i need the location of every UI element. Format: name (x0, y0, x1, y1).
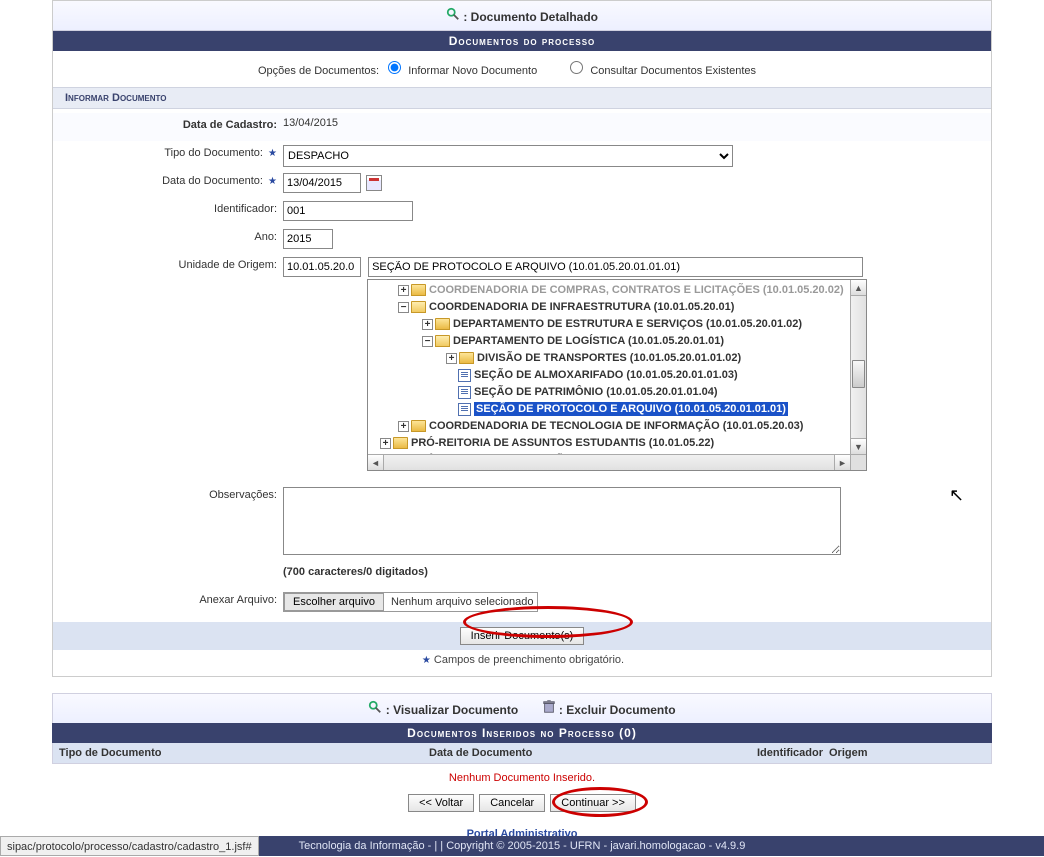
legend-visualizar: : Visualizar Documento (386, 703, 518, 717)
document-icon (458, 369, 471, 382)
submit-row: Inserir Documento(s) (53, 622, 991, 650)
input-ano[interactable] (283, 229, 333, 249)
tree-node: +DEPARTAMENTO DE ESTRUTURA E SERVIÇOS (1… (368, 316, 850, 333)
input-data-documento[interactable] (283, 173, 361, 193)
unidade-tree[interactable]: +COORDENADORIA DE COMPRAS, CONTRATOS E L… (367, 279, 867, 471)
tree-node: −DEPARTAMENTO DE LOGÍSTICA (10.01.05.20.… (368, 333, 850, 350)
collapse-icon[interactable]: − (422, 336, 433, 347)
folder-icon (411, 284, 426, 296)
label-anexar-arquivo: Anexar Arquivo: (53, 590, 283, 606)
inserir-documento-button[interactable]: Inserir Documento(s) (460, 627, 585, 645)
label-tipo-documento: Tipo do Documento: (164, 147, 263, 159)
mandatory-note: ★ Campos de preenchimento obrigatório. (53, 650, 991, 676)
expand-icon[interactable]: + (422, 319, 433, 330)
tree-node: +COORDENADORIA DE TECNOLOGIA DE INFORMAÇ… (368, 418, 850, 435)
value-data-cadastro: 13/04/2015 (283, 115, 991, 129)
document-icon (458, 386, 471, 399)
toolbar-label: : Documento Detalhado (463, 10, 598, 24)
folder-open-icon (435, 335, 450, 347)
radio-consultar-existentes-label[interactable]: Consultar Documentos Existentes (590, 65, 756, 77)
search-icon (446, 7, 460, 21)
main-panel: : Documento Detalhado Documentos do proc… (52, 0, 992, 677)
legend-excluir: : Excluir Documento (559, 703, 676, 717)
trash-icon (542, 700, 556, 714)
textarea-observacoes[interactable] (283, 487, 841, 555)
legend-row: : Visualizar Documento : Excluir Documen… (52, 693, 992, 723)
label-unidade-origem: Unidade de Origem: (53, 255, 283, 271)
documents-panel: : Visualizar Documento : Excluir Documen… (52, 693, 992, 848)
file-choose-button[interactable]: Escolher arquivo (284, 593, 384, 611)
continuar-button[interactable]: Continuar >> (550, 794, 636, 812)
nav-button-row: << Voltar Cancelar Continuar >> (52, 792, 992, 820)
tree-node: +DIVISÃO DE TRANSPORTES (10.01.05.20.01.… (368, 350, 850, 367)
input-unidade-nome[interactable] (368, 257, 863, 277)
folder-open-icon (411, 301, 426, 313)
label-data-cadastro: Data de Cadastro: (53, 115, 283, 131)
expand-icon[interactable]: + (398, 285, 409, 296)
col-tipo-documento: Tipo de Documento (59, 747, 429, 759)
file-none-label: Nenhum arquivo selecionado (391, 596, 533, 608)
calendar-icon[interactable] (366, 175, 382, 191)
tree-node: +PRÓ-REITORIA DE ASSUNTOS ESTUDANTIS (10… (368, 435, 850, 452)
radio-consultar-existentes[interactable] (570, 61, 583, 74)
search-icon (368, 700, 382, 714)
tree-hscrollbar[interactable]: ◄► (368, 454, 850, 470)
toolbar-detalhado: : Documento Detalhado (53, 1, 991, 31)
tree-node: +COORDENADORIA DE COMPRAS, CONTRATOS E L… (368, 282, 850, 299)
col-data-documento: Data de Documento (429, 747, 709, 759)
voltar-button[interactable]: << Voltar (408, 794, 474, 812)
select-tipo-documento[interactable]: DESPACHO (283, 145, 733, 167)
label-data-documento: Data do Documento: (162, 175, 263, 187)
char-count: (700 caracteres/0 digitados) (283, 562, 991, 586)
options-label: Opções de Documentos: (258, 65, 379, 77)
header-docs-processo: Documentos do processo (53, 31, 991, 51)
folder-icon (459, 352, 474, 364)
empty-message: Nenhum Documento Inserido. (52, 764, 992, 792)
folder-icon (393, 437, 408, 449)
section-informar-documento: Informar Documento (53, 87, 991, 109)
label-observacoes: Observações: (53, 485, 283, 501)
input-identificador[interactable] (283, 201, 413, 221)
cursor-icon: ↖ (949, 485, 964, 506)
tree-vscrollbar[interactable]: ▲▼ (850, 280, 866, 454)
tree-node: −COORDENADORIA DE INFRAESTRUTURA (10.01.… (368, 299, 850, 316)
required-star: ★ (268, 176, 277, 187)
radio-informar-novo[interactable] (388, 61, 401, 74)
cancelar-button[interactable]: Cancelar (479, 794, 545, 812)
col-origem: Origem (829, 747, 985, 759)
label-identificador: Identificador: (53, 199, 283, 215)
input-unidade-codigo[interactable] (283, 257, 361, 277)
label-ano: Ano: (53, 227, 283, 243)
required-star: ★ (268, 148, 277, 159)
tree-node-selected: SEÇÃO DE PROTOCOLO E ARQUIVO (10.01.05.2… (368, 401, 850, 418)
collapse-icon[interactable]: − (398, 302, 409, 313)
header-docs-inseridos: Documentos Inseridos no Processo (0) (52, 723, 992, 743)
tree-node: SEÇÃO DE PATRIMÔNIO (10.01.05.20.01.01.0… (368, 384, 850, 401)
folder-icon (435, 318, 450, 330)
options-row: Opções de Documentos: Informar Novo Docu… (53, 51, 991, 87)
status-bar: sipac/protocolo/processo/cadastro/cadast… (0, 836, 259, 856)
folder-icon (411, 420, 426, 432)
expand-icon[interactable]: + (398, 421, 409, 432)
col-identificador: Identificador (709, 747, 829, 759)
document-icon (458, 403, 471, 416)
radio-informar-novo-label[interactable]: Informar Novo Documento (408, 65, 537, 77)
expand-icon[interactable]: + (380, 438, 391, 449)
tree-node: SEÇÃO DE ALMOXARIFADO (10.01.05.20.01.01… (368, 367, 850, 384)
expand-icon[interactable]: + (446, 353, 457, 364)
table-header: Tipo de Documento Data de Documento Iden… (52, 743, 992, 764)
